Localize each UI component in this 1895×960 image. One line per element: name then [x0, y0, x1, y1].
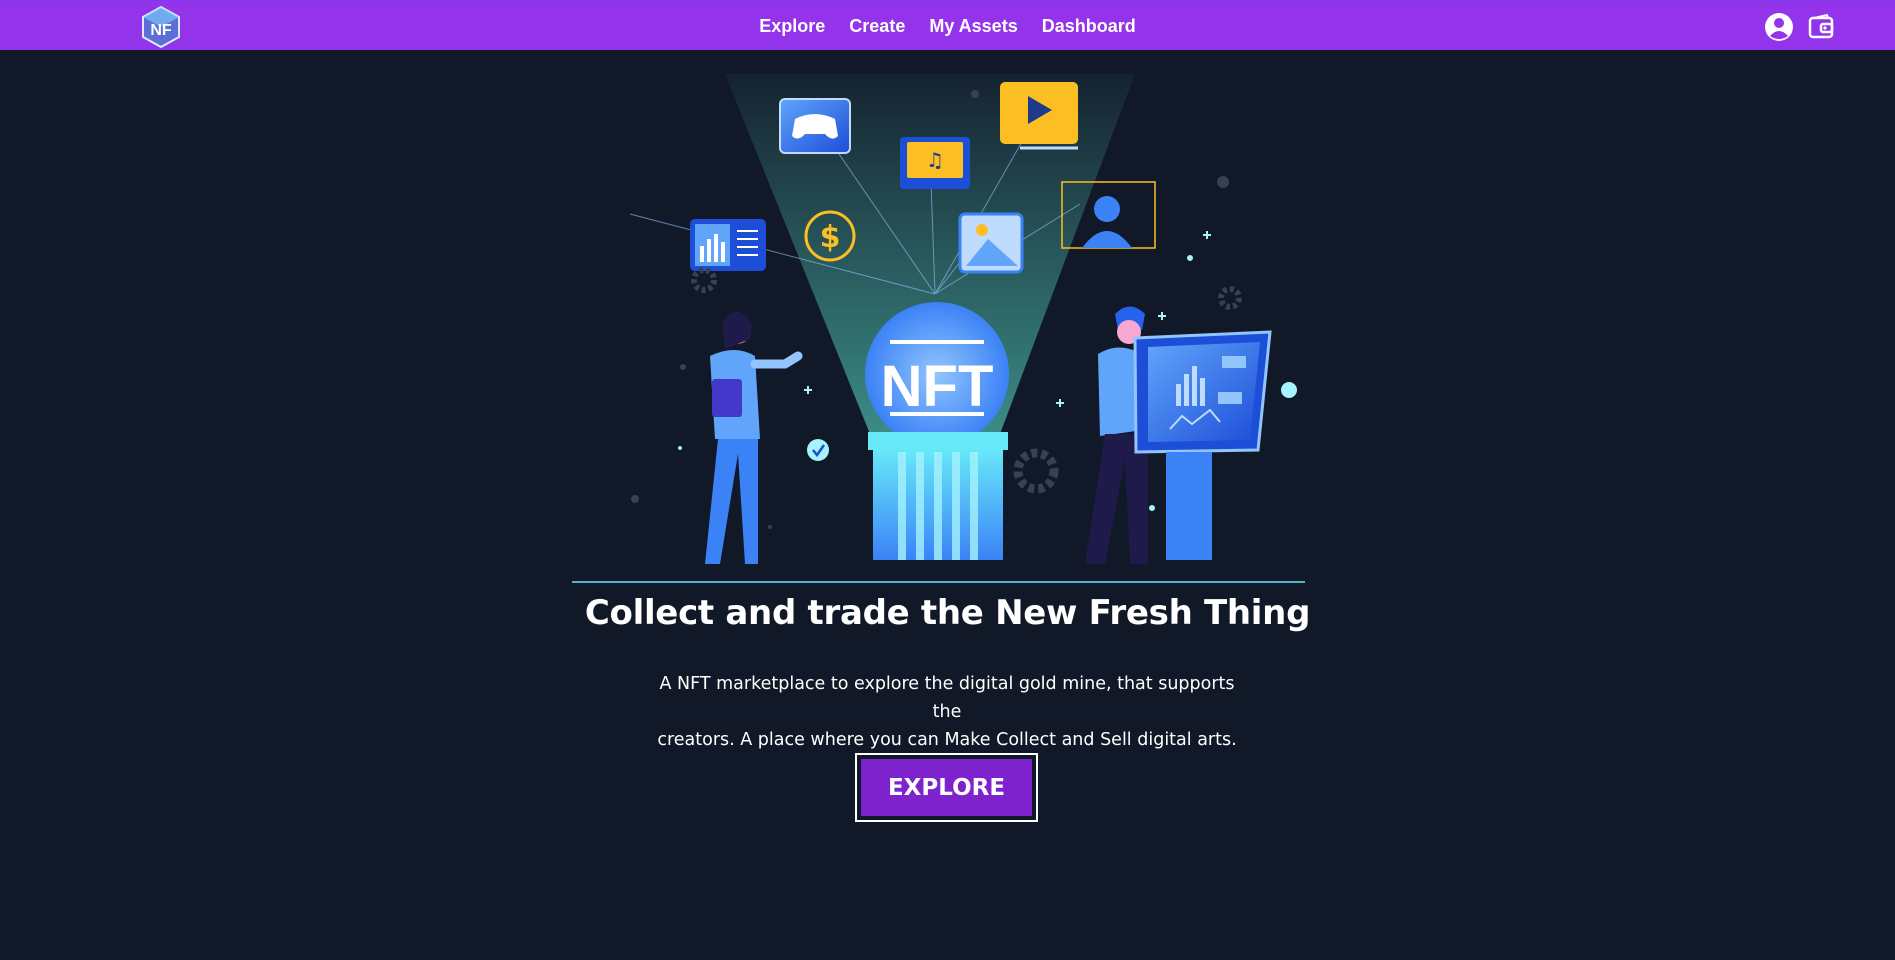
hero-title: Collect and trade the New Fresh Thing — [584, 593, 1311, 633]
nav-dashboard-link[interactable]: Dashboard — [1042, 16, 1136, 37]
svg-text:$: $ — [820, 220, 841, 255]
hero-subtitle-line-1: A NFT marketplace to explore the digital… — [659, 674, 1235, 722]
svg-text:NF: NF — [150, 22, 172, 39]
explore-button[interactable]: EXPLORE — [855, 753, 1038, 822]
svg-text:NFT: NFT — [881, 354, 994, 419]
nft-hero-illustration: ♫ $ NFT — [570, 74, 1322, 584]
nav-explore-link[interactable]: Explore — [759, 16, 825, 37]
nav-links: Explore Create My Assets Dashboard — [0, 1, 1895, 51]
nav-create-link[interactable]: Create — [849, 16, 905, 37]
nav-my-assets-link[interactable]: My Assets — [929, 16, 1017, 37]
nav-icons — [1764, 12, 1836, 42]
wallet-icon[interactable] — [1806, 12, 1836, 42]
svg-text:♫: ♫ — [926, 148, 944, 172]
user-icon[interactable] — [1764, 12, 1794, 42]
top-navbar: NF Explore Create My Assets Dashboard — [0, 0, 1895, 50]
hero-subtitle-line-2: creators. A place where you can Make Col… — [657, 730, 1237, 750]
explore-button-label: EXPLORE — [861, 759, 1032, 816]
hero-subtitle: A NFT marketplace to explore the digital… — [647, 670, 1247, 754]
nft-cube-logo-icon[interactable]: NF — [140, 5, 182, 49]
